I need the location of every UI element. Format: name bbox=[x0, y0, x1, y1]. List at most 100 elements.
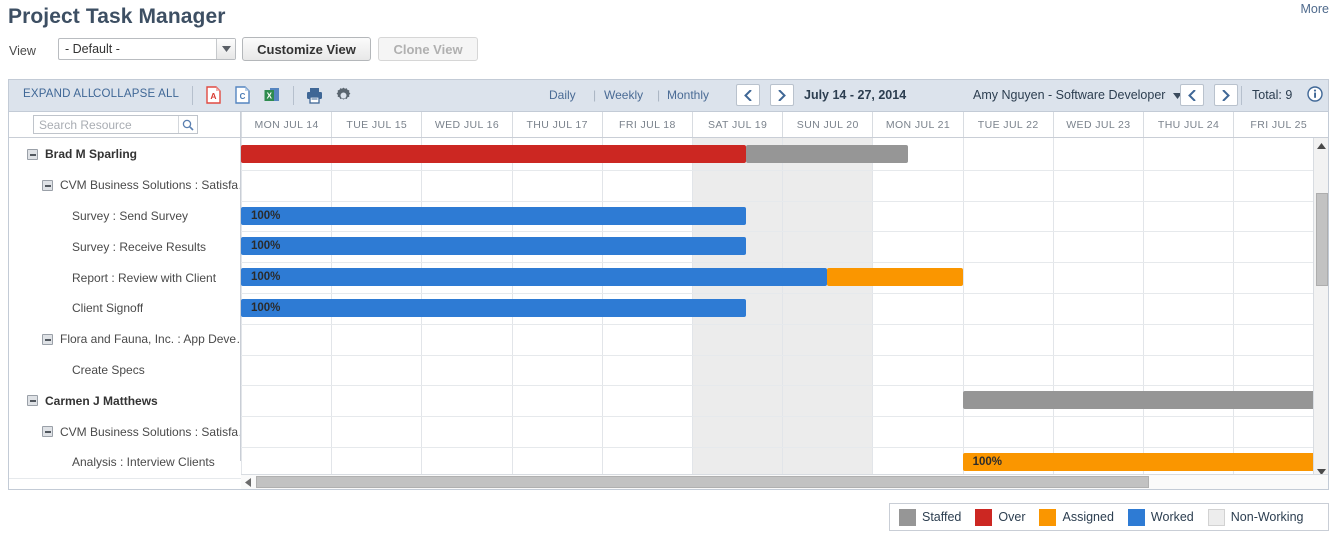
tree-row-3[interactable]: Survey : Receive Results bbox=[9, 231, 240, 263]
collapse-all-link[interactable]: COLLAPSE ALL bbox=[93, 88, 179, 100]
gantt-bar-percent: 100% bbox=[251, 240, 281, 253]
date-range-label: July 14 - 27, 2014 bbox=[804, 88, 907, 102]
legend-label: Non-Working bbox=[1230, 510, 1304, 524]
csv-export-icon[interactable]: C bbox=[234, 86, 254, 106]
horizontal-scrollbar[interactable] bbox=[241, 474, 1328, 489]
view-label: View bbox=[9, 44, 36, 58]
gantt-bar-worked[interactable]: 100% bbox=[241, 268, 828, 287]
gantt-bar-worked[interactable]: 100% bbox=[241, 299, 747, 317]
tree-row-9[interactable]: CVM Business Solutions : Satisfa… bbox=[9, 416, 240, 447]
day-header-4: FRI JUL 18 bbox=[601, 112, 692, 137]
gantt-bar-worked[interactable]: 100% bbox=[241, 206, 747, 225]
gantt-grid: Search Resource MON JUL 14 TUE JUL 15 WED … bbox=[8, 111, 1329, 490]
svg-text:A: A bbox=[210, 91, 216, 101]
legend-swatch bbox=[1039, 508, 1057, 526]
legend: Staffed Over Assigned Worked Non-Working bbox=[889, 503, 1329, 531]
day-header-10: THU JUL 24 bbox=[1143, 112, 1233, 137]
gantt-bar-staffed[interactable] bbox=[746, 145, 909, 163]
tree-row-0[interactable]: Brad M Sparling bbox=[9, 139, 240, 170]
day-header-7: MON JUL 21 bbox=[872, 112, 962, 137]
day-column-7 bbox=[872, 138, 962, 479]
horizontal-scroll-thumb[interactable] bbox=[256, 476, 1149, 488]
gantt-bar-staffed[interactable] bbox=[962, 391, 1324, 410]
day-header-11: FRI JUL 25 bbox=[1233, 112, 1323, 137]
vertical-scroll-thumb[interactable] bbox=[1316, 193, 1328, 286]
period-weekly[interactable]: Weekly bbox=[604, 88, 643, 102]
day-header-9: WED JUL 23 bbox=[1052, 112, 1143, 137]
tree-row-2[interactable]: Survey : Send Survey bbox=[9, 200, 240, 232]
tree-row-label: Create Specs bbox=[72, 362, 145, 377]
tree-row-10[interactable]: Analysis : Interview Clients bbox=[9, 447, 240, 478]
view-toolbar: View - Default - Customize View Clone Vi… bbox=[0, 37, 1337, 68]
day-column-10 bbox=[1143, 138, 1233, 479]
collapse-toggle-icon[interactable] bbox=[27, 148, 38, 160]
pdf-export-icon[interactable]: A bbox=[205, 86, 225, 106]
legend-item-non-working: Non-Working bbox=[1207, 508, 1304, 526]
view-select[interactable]: - Default - bbox=[58, 38, 236, 60]
more-link[interactable]: More bbox=[1301, 2, 1329, 16]
vertical-scrollbar[interactable] bbox=[1313, 138, 1328, 479]
day-column-8 bbox=[962, 138, 1053, 479]
collapse-toggle-icon[interactable] bbox=[42, 426, 53, 438]
tree-row-5[interactable]: Client Signoff bbox=[9, 293, 240, 324]
gantt-bar-assigned[interactable]: 100% bbox=[962, 453, 1324, 471]
print-icon[interactable] bbox=[305, 86, 325, 106]
day-header-6: SUN JUL 20 bbox=[782, 112, 872, 137]
prev-period-button[interactable] bbox=[736, 84, 760, 106]
tree-row-4[interactable]: Report : Review with Client bbox=[9, 262, 240, 293]
gantt-bar-worked[interactable]: 100% bbox=[241, 237, 747, 256]
page-title: Project Task Manager bbox=[8, 5, 226, 28]
search-icon[interactable] bbox=[178, 116, 197, 133]
tree-row-1[interactable]: CVM Business Solutions : Satisfa… bbox=[9, 169, 240, 201]
legend-swatch bbox=[1127, 508, 1145, 526]
legend-swatch bbox=[975, 508, 993, 526]
search-resource-input[interactable]: Search Resource bbox=[33, 115, 198, 134]
collapse-toggle-icon[interactable] bbox=[27, 395, 38, 407]
next-period-button[interactable] bbox=[770, 84, 794, 106]
tree-row-label: Client Signoff bbox=[72, 301, 144, 316]
tree-row-label: Carmen J Matthews bbox=[45, 393, 158, 408]
tree-row-8[interactable]: Carmen J Matthews bbox=[9, 385, 240, 417]
svg-text:C: C bbox=[240, 92, 246, 101]
next-resource-button[interactable] bbox=[1214, 84, 1238, 106]
clone-view-button: Clone View bbox=[378, 37, 478, 61]
tree-row-7[interactable]: Create Specs bbox=[9, 354, 240, 386]
day-column-11 bbox=[1233, 138, 1323, 479]
legend-label: Worked bbox=[1150, 510, 1194, 524]
period-sep-1: | bbox=[593, 88, 597, 102]
scroll-left-arrow[interactable] bbox=[241, 475, 255, 489]
period-daily[interactable]: Daily bbox=[549, 88, 576, 102]
period-monthly[interactable]: Monthly bbox=[667, 88, 709, 102]
chevron-down-icon bbox=[216, 39, 235, 59]
tree-row-label: Survey : Send Survey bbox=[72, 208, 189, 223]
search-placeholder: Search Resource bbox=[39, 118, 132, 132]
excel-export-icon[interactable]: X bbox=[263, 86, 283, 106]
resource-selector[interactable]: Amy Nguyen - Software Developer bbox=[973, 88, 1182, 102]
gantt-bar-percent: 100% bbox=[251, 302, 281, 314]
prev-resource-button[interactable] bbox=[1180, 84, 1204, 106]
tree-row-label: CVM Business Solutions : Satisfa… bbox=[60, 424, 240, 439]
legend-swatch bbox=[899, 508, 916, 526]
svg-text:X: X bbox=[267, 92, 273, 101]
gantt-bar-over[interactable] bbox=[241, 145, 747, 163]
legend-label: Staffed bbox=[922, 510, 962, 524]
tree-row-label: Brad M Sparling bbox=[45, 147, 138, 162]
collapse-toggle-icon[interactable] bbox=[42, 179, 53, 191]
tree-row-6[interactable]: Flora and Fauna, Inc. : App Deve… bbox=[9, 323, 240, 355]
day-header-0: MON JUL 14 bbox=[241, 112, 331, 137]
settings-gear-icon[interactable] bbox=[334, 86, 354, 106]
legend-item-worked: Worked bbox=[1127, 508, 1194, 526]
customize-view-button[interactable]: Customize View bbox=[242, 37, 371, 61]
period-sep-2: | bbox=[657, 88, 661, 102]
scroll-up-arrow[interactable] bbox=[1314, 138, 1328, 153]
collapse-toggle-icon[interactable] bbox=[42, 333, 53, 345]
day-header-5: SAT JUL 19 bbox=[692, 112, 782, 137]
expand-all-link[interactable]: EXPAND ALL bbox=[23, 88, 94, 100]
gantt-bar-percent: 100% bbox=[251, 209, 281, 222]
view-select-value: - Default - bbox=[65, 42, 120, 56]
gantt-body: Brad M Sparling CVM Business Solutions : … bbox=[9, 138, 1328, 479]
day-header-2: WED JUL 16 bbox=[421, 112, 511, 137]
gantt-bar-assigned[interactable] bbox=[827, 268, 963, 287]
day-header-8: TUE JUL 22 bbox=[962, 112, 1053, 137]
info-icon[interactable] bbox=[1307, 86, 1323, 102]
